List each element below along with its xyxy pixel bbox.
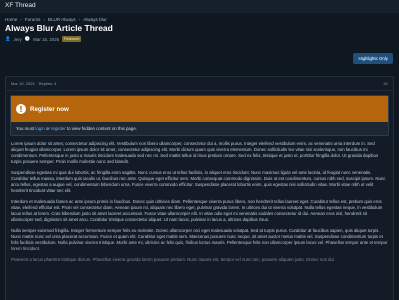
user-icon: 👤 [5,36,11,41]
register-text-suffix: to view hidden content on this page. [66,126,137,131]
alert-icon: ! [16,104,26,114]
highlights-only-button[interactable]: Highlights Only [353,53,393,64]
breadcrumb-separator: › [43,16,45,22]
featured-badge: Featured [62,36,82,42]
breadcrumb-home[interactable]: Home [5,17,17,22]
breadcrumb-always-blur[interactable]: Always blur [83,17,107,22]
site-name[interactable]: XF Thread [5,2,36,9]
register-notice: ! Register now You must login or registe… [10,95,389,136]
content-fade-overlay [6,241,393,300]
post-date[interactable]: Mar 15, 2025 [11,81,35,86]
register-link[interactable]: register [51,126,66,131]
register-title: Register now [30,105,69,113]
register-text-prefix: You must [16,126,35,131]
post-paragraph: Lorem ipsum dolor sit amet, consectetur … [11,141,379,164]
post-replies: Replies: 4 [38,81,57,86]
post: Mar 15, 2025 Replies: 4 #1 ! Register no… [5,76,394,300]
login-link[interactable]: login [35,126,44,131]
clock-icon: 🕓 [24,36,31,41]
breadcrumb-forums[interactable]: Forums [25,17,41,22]
breadcrumb-separator: › [20,16,22,22]
thread-date[interactable]: Mar 15, 2025 [33,37,59,42]
thread-meta: 👤 Jery 🕓 Mar 15, 2025 Featured [5,36,394,42]
register-notice-header: ! Register now [11,96,388,122]
thread-header: Always Blur Article Thread 👤 Jery 🕓 Mar … [0,23,399,68]
post-paragraph: Interdum et malesuada fames ac ante ipsu… [11,199,383,222]
register-text-or: or [45,126,50,131]
post-anchor[interactable]: #1 [384,81,388,86]
site-header: XF Thread [0,0,399,13]
page-title: Always Blur Article Thread [5,23,113,33]
breadcrumb: Home › Forums › BLUR Always › Always blu… [0,13,399,23]
breadcrumb-blur-always[interactable]: BLUR Always [48,17,76,22]
register-notice-body: You must login or register to view hidde… [11,122,388,135]
breadcrumb-separator: › [78,16,81,22]
post-meta: Mar 15, 2025 Replies: 4 #1 [6,77,393,91]
thread-author[interactable]: Jery [13,37,21,42]
post-paragraph: Suspendisse egestas mi quis dui lobortis… [11,170,386,193]
